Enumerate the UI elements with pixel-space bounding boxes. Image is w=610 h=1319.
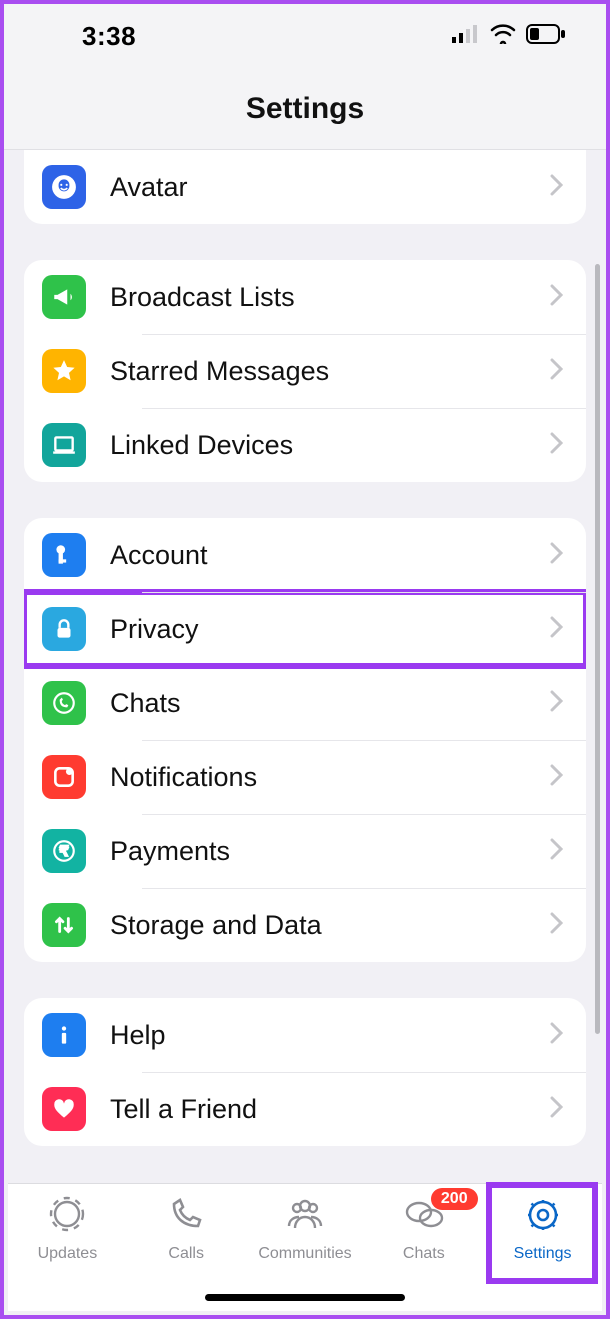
avatar-icon bbox=[42, 165, 86, 209]
home-indicator[interactable] bbox=[205, 1294, 405, 1301]
settings-group-lists: Broadcast Lists Starred Messages Linked … bbox=[24, 260, 586, 482]
chevron-right-icon bbox=[550, 1022, 564, 1049]
chevron-right-icon bbox=[550, 616, 564, 643]
row-label: Account bbox=[110, 540, 550, 571]
row-privacy[interactable]: Privacy bbox=[24, 592, 586, 666]
row-label: Storage and Data bbox=[110, 910, 550, 941]
row-starred-messages[interactable]: Starred Messages bbox=[24, 334, 586, 408]
row-label: Tell a Friend bbox=[110, 1094, 550, 1125]
chevron-right-icon bbox=[550, 174, 564, 201]
cellular-icon bbox=[452, 25, 480, 48]
settings-content: Avatar Broadcast Lists Starred Messages … bbox=[4, 150, 606, 1146]
chevron-right-icon bbox=[550, 764, 564, 791]
tab-calls[interactable]: Calls bbox=[127, 1184, 246, 1311]
chevron-right-icon bbox=[550, 542, 564, 569]
row-label: Linked Devices bbox=[110, 430, 550, 461]
chevron-right-icon bbox=[550, 358, 564, 385]
row-label: Privacy bbox=[110, 614, 550, 645]
megaphone-icon bbox=[42, 275, 86, 319]
status-bar: 3:38 bbox=[4, 4, 606, 68]
settings-group-avatar: Avatar bbox=[24, 150, 586, 224]
notification-icon bbox=[42, 755, 86, 799]
key-icon bbox=[42, 533, 86, 577]
chevron-right-icon bbox=[550, 690, 564, 717]
settings-group-help: Help Tell a Friend bbox=[24, 998, 586, 1146]
page-title: Settings bbox=[246, 92, 364, 126]
tab-updates[interactable]: Updates bbox=[8, 1184, 127, 1311]
phone-icon bbox=[164, 1196, 208, 1239]
communities-icon bbox=[283, 1196, 327, 1239]
row-help[interactable]: Help bbox=[24, 998, 586, 1072]
svg-text:₹: ₹ bbox=[60, 843, 69, 858]
scrollbar[interactable] bbox=[595, 264, 600, 1034]
heart-icon bbox=[42, 1087, 86, 1131]
whatsapp-icon bbox=[42, 681, 86, 725]
battery-icon bbox=[526, 24, 566, 49]
tab-label: Updates bbox=[38, 1245, 98, 1263]
status-time: 3:38 bbox=[82, 21, 136, 52]
settings-group-account: Account Privacy Chats Notifications bbox=[24, 518, 586, 962]
chevron-right-icon bbox=[550, 432, 564, 459]
tab-label: Settings bbox=[514, 1245, 572, 1263]
tab-label: Chats bbox=[403, 1245, 445, 1263]
row-linked-devices[interactable]: Linked Devices bbox=[24, 408, 586, 482]
row-tell-a-friend[interactable]: Tell a Friend bbox=[24, 1072, 586, 1146]
tab-settings[interactable]: Settings bbox=[483, 1184, 602, 1311]
row-account[interactable]: Account bbox=[24, 518, 586, 592]
chevron-right-icon bbox=[550, 1096, 564, 1123]
laptop-icon bbox=[42, 423, 86, 467]
updates-icon bbox=[45, 1196, 89, 1239]
wifi-icon bbox=[490, 24, 516, 49]
row-storage-and-data[interactable]: Storage and Data bbox=[24, 888, 586, 962]
info-icon bbox=[42, 1013, 86, 1057]
row-label: Notifications bbox=[110, 762, 550, 793]
chevron-right-icon bbox=[550, 912, 564, 939]
row-label: Help bbox=[110, 1020, 550, 1051]
row-label: Broadcast Lists bbox=[110, 282, 550, 313]
row-label: Avatar bbox=[110, 172, 550, 203]
rupee-icon: ₹ bbox=[42, 829, 86, 873]
tab-chats[interactable]: 200 Chats bbox=[364, 1184, 483, 1311]
chevron-right-icon bbox=[550, 838, 564, 865]
gear-icon bbox=[521, 1196, 565, 1239]
row-avatar[interactable]: Avatar bbox=[24, 150, 586, 224]
tab-label: Communities bbox=[258, 1245, 351, 1263]
lock-icon bbox=[42, 607, 86, 651]
row-payments[interactable]: ₹ Payments bbox=[24, 814, 586, 888]
settings-header: Settings bbox=[4, 68, 606, 150]
row-broadcast-lists[interactable]: Broadcast Lists bbox=[24, 260, 586, 334]
row-label: Starred Messages bbox=[110, 356, 550, 387]
tab-communities[interactable]: Communities bbox=[246, 1184, 365, 1311]
chevron-right-icon bbox=[550, 284, 564, 311]
chats-badge: 200 bbox=[431, 1188, 478, 1210]
tab-label: Calls bbox=[168, 1245, 204, 1263]
row-label: Payments bbox=[110, 836, 550, 867]
row-chats[interactable]: Chats bbox=[24, 666, 586, 740]
row-notifications[interactable]: Notifications bbox=[24, 740, 586, 814]
star-icon bbox=[42, 349, 86, 393]
row-label: Chats bbox=[110, 688, 550, 719]
status-icons bbox=[452, 24, 566, 49]
arrows-up-down-icon bbox=[42, 903, 86, 947]
tab-bar: Updates Calls Communities 200 Chats Sett… bbox=[8, 1183, 602, 1311]
